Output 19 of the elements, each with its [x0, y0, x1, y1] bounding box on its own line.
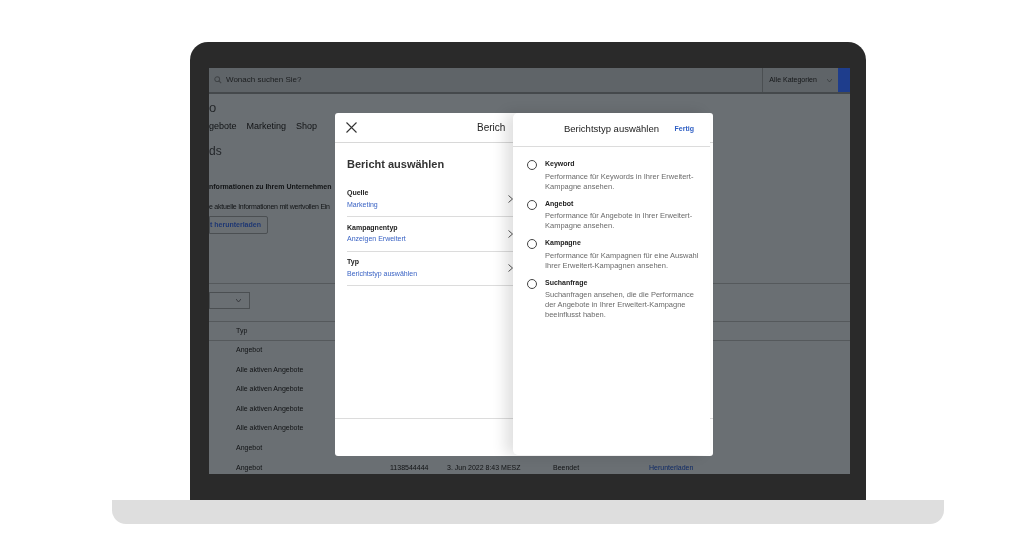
chevron-icon	[508, 264, 513, 273]
nav-link[interactable]: Shop	[296, 120, 318, 132]
radio-button[interactable]	[527, 239, 537, 249]
caret-icon	[236, 299, 241, 303]
dialog-heading: Bericht auswählen	[347, 157, 446, 172]
nav-link[interactable]: Marketing	[246, 120, 287, 132]
page-title: ds	[209, 144, 223, 158]
search-field[interactable]: Wonach suchen Sie?	[209, 68, 763, 92]
radio-button[interactable]	[527, 199, 537, 210]
chevron-icon	[508, 195, 513, 204]
panel-title: Berichtstyp auswählen	[563, 122, 660, 137]
radio-button[interactable]	[527, 278, 537, 289]
nav-link[interactable]: gebote	[209, 120, 237, 132]
dialog-title: Berich	[477, 121, 506, 135]
search-icon	[214, 76, 222, 84]
chevron-icon	[508, 229, 513, 238]
close-icon[interactable]	[346, 122, 357, 133]
radio-button[interactable]	[527, 160, 537, 170]
logo: o	[209, 100, 218, 116]
